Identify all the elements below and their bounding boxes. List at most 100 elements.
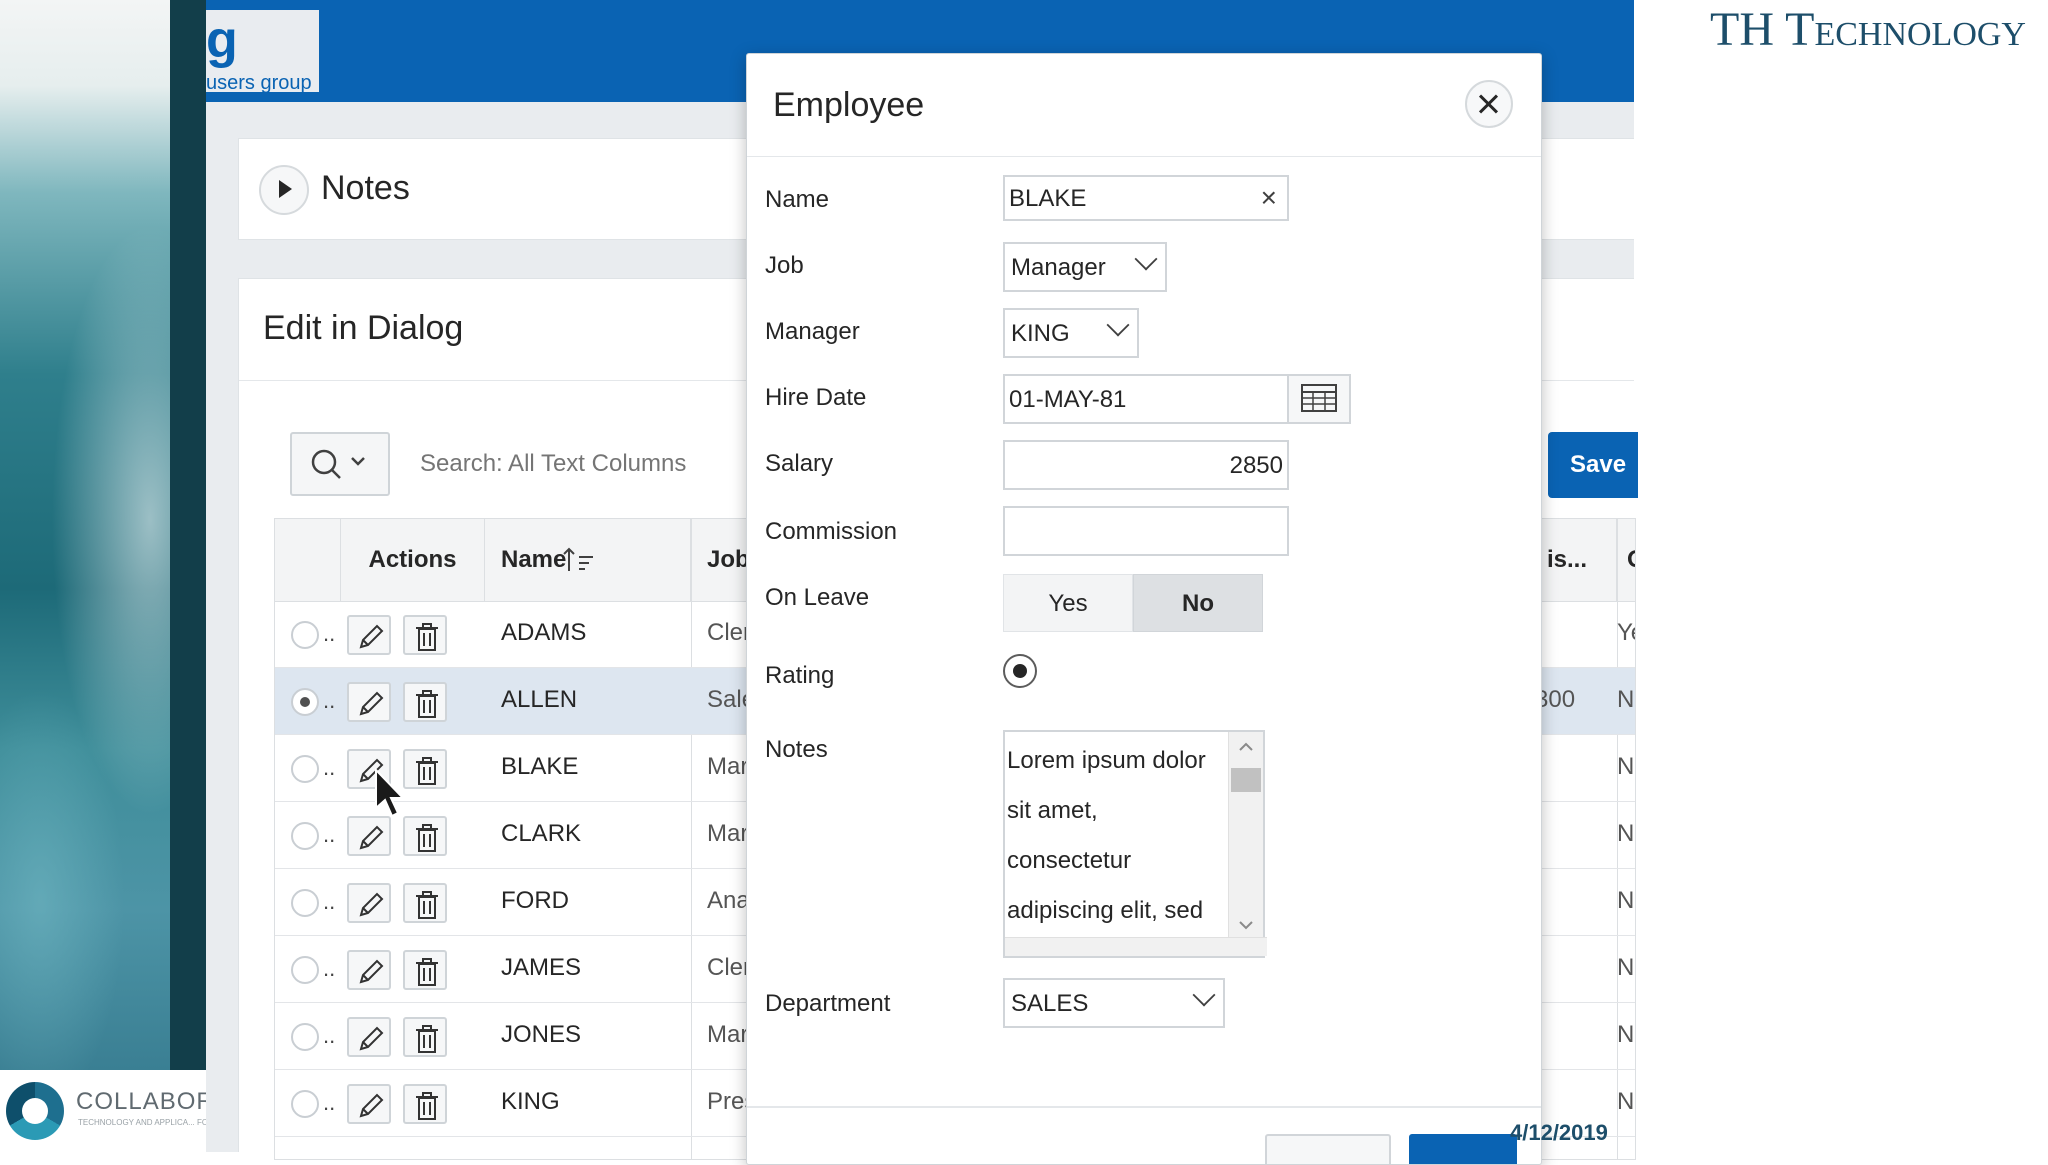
manager-select-value: KING [1011,320,1070,347]
edit-button[interactable] [347,1017,391,1057]
row-select-radio[interactable] [291,956,319,984]
conference-banner-text: TH Technology [1710,3,2026,56]
edit-button[interactable] [347,883,391,923]
name-field[interactable]: BLAKE × [1003,175,1289,221]
notes-textarea[interactable]: Lorem ipsum dolor sit amet, consectetur … [1003,730,1267,958]
name-field-value: BLAKE [1009,185,1087,212]
clear-icon[interactable]: × [1261,184,1277,212]
dialog-title: Employee [773,86,925,124]
search-input[interactable] [396,432,796,496]
resize-handle-icon[interactable] [1005,937,1267,956]
row-menu-icon[interactable]: .. [323,688,335,714]
row-select-radio[interactable] [291,1023,319,1051]
row-menu-icon[interactable]: .. [323,822,335,848]
cell-name: FORD [501,887,569,914]
cell-job: Mar [707,820,749,847]
row-select-radio[interactable] [291,755,319,783]
salary-value: 2850 [1229,452,1283,479]
scroll-arrows-icon [1239,742,1253,930]
row-menu-icon[interactable]: .. [323,755,335,781]
column-header-name-label: Name [501,546,567,573]
cell-on-leave: N [1617,887,1635,914]
dialog-footer-divider [747,1106,1541,1108]
column-header-commission[interactable]: is... [1541,519,1617,601]
close-icon[interactable] [1465,80,1513,128]
grid-header-select[interactable] [275,519,341,601]
delete-button[interactable] [403,1084,447,1124]
sort-ascending-icon [563,547,593,571]
manager-select[interactable]: KING [1003,308,1139,358]
edit-button[interactable] [347,950,391,990]
row-menu-icon[interactable]: .. [323,1023,335,1049]
cell-name: BLAKE [501,753,579,780]
job-select[interactable]: Manager [1003,242,1167,292]
cell-job: Mar [707,753,749,780]
ok-button[interactable] [1409,1134,1517,1164]
search-column-button[interactable] [290,432,390,496]
column-header-name[interactable]: Name [485,519,691,601]
edit-region-title: Edit in Dialog [263,309,464,347]
collaborate-logo-text: COLLABOR [76,1088,215,1115]
column-header-on-leave[interactable]: O [1617,519,1635,601]
rating-radio[interactable] [1003,654,1037,688]
cell-on-leave: N [1617,954,1635,981]
hire-date-value: 01-MAY-81 [1009,386,1127,413]
edit-button[interactable] [347,682,391,722]
row-menu-icon[interactable]: .. [323,621,335,647]
cell-name: ADAMS [501,619,587,646]
delete-button[interactable] [403,816,447,856]
column-header-job[interactable]: Job [691,519,751,601]
calendar-icon [1301,384,1337,412]
delete-button[interactable] [403,749,447,789]
org-logo-subtitle: users group [206,72,312,94]
org-logo[interactable]: g users group [206,10,319,94]
cell-on-leave: Ye [1617,619,1635,646]
save-button[interactable]: Save [1548,432,1638,498]
cell-on-leave: N [1617,686,1635,713]
chevron-down-icon [1192,983,1216,1007]
delete-button[interactable] [403,682,447,722]
cell-name: JONES [501,1021,582,1048]
column-header-actions[interactable]: Actions [341,519,485,601]
delete-button[interactable] [403,1017,447,1057]
row-menu-icon[interactable]: .. [323,889,335,915]
hire-date-field[interactable]: 01-MAY-81 [1003,374,1289,424]
cell-job: Ana [707,887,750,914]
row-select-radio[interactable] [291,889,319,917]
on-leave-label: On Leave [765,584,870,611]
commission-field[interactable] [1003,506,1289,556]
date-stamp: 4/12/2019 [1510,1120,1608,1145]
row-menu-icon[interactable]: .. [323,1090,335,1116]
collaborate-logo: COLLABOR TECHNOLOGY AND APPLICA... FOR T… [0,1070,214,1152]
delete-button[interactable] [403,615,447,655]
collaborate-logo-mark [6,1082,64,1140]
row-menu-icon[interactable]: .. [323,956,335,982]
notes-scroll-thumb[interactable] [1231,768,1261,792]
cancel-button[interactable] [1265,1134,1391,1164]
salary-field[interactable]: 2850 [1003,440,1289,490]
row-select-radio[interactable] [291,1090,319,1118]
name-label: Name [765,186,830,213]
row-select-radio[interactable] [291,688,319,716]
delete-button[interactable] [403,883,447,923]
expand-toggle-icon[interactable] [259,165,309,215]
row-select-radio[interactable] [291,621,319,649]
notes-region-title: Notes [321,169,410,207]
dialog-header-divider [747,156,1541,157]
cell-job: Mar [707,1021,749,1048]
edit-button[interactable] [347,615,391,655]
row-select-radio[interactable] [291,822,319,850]
on-leave-no-option[interactable]: No [1133,574,1263,632]
background-wave-image [0,0,170,1070]
chevron-down-icon [1134,247,1158,271]
notes-scrollbar[interactable] [1228,732,1263,940]
cell-name: JAMES [501,954,582,981]
delete-button[interactable] [403,950,447,990]
department-select[interactable]: SALES [1003,978,1225,1028]
org-logo-letter: g [206,11,238,69]
hire-date-label: Hire Date [765,384,867,411]
on-leave-yes-option[interactable]: Yes [1003,574,1133,632]
calendar-button[interactable] [1287,374,1351,424]
edit-button[interactable] [347,1084,391,1124]
edit-button[interactable] [347,816,391,856]
